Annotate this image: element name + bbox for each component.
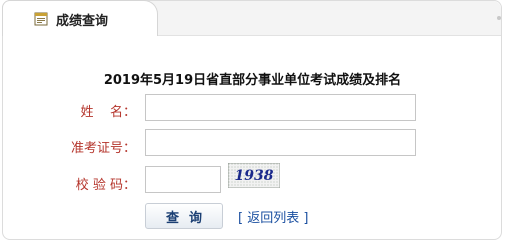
- document-icon: [34, 12, 48, 26]
- back-to-list-link[interactable]: [ 返回列表 ]: [238, 207, 308, 226]
- captcha-image[interactable]: 1938: [228, 163, 280, 188]
- captcha-input[interactable]: [145, 166, 221, 193]
- exam-number-label: 准考证号：: [70, 141, 136, 156]
- name-input[interactable]: [145, 94, 416, 121]
- panel-header: 成绩查询: [2, 0, 501, 36]
- exam-number-input[interactable]: [145, 129, 416, 156]
- captcha-text: 1938: [235, 168, 274, 184]
- search-button[interactable]: 查询: [145, 203, 223, 229]
- tab-label: 成绩查询: [56, 14, 109, 29]
- page-title: 2019年5月19日省直部分事业单位考试成绩及排名: [103, 73, 402, 88]
- name-label: 姓 名：: [80, 105, 136, 120]
- header-decoration: [497, 16, 501, 20]
- captcha-label: 校 验 码：: [75, 178, 136, 193]
- tab-score-query[interactable]: 成绩查询: [2, 0, 158, 36]
